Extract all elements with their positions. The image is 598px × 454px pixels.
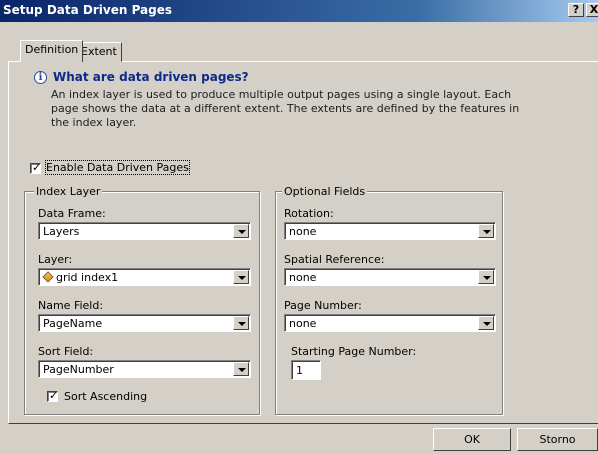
spatial-reference-select[interactable]: none	[284, 268, 496, 286]
dropdown-arrow-icon[interactable]	[233, 224, 249, 238]
dropdown-arrow-icon[interactable]	[478, 224, 494, 238]
checkmark-icon: ✓	[49, 389, 59, 402]
name-field-label: Name Field:	[38, 299, 104, 312]
dropdown-arrow-icon[interactable]	[233, 362, 249, 376]
optional-fields-legend: Optional Fields	[282, 185, 368, 198]
data-frame-value: Layers	[43, 225, 80, 238]
sort-ascending-label[interactable]: Sort Ascending	[64, 390, 147, 403]
tab-definition[interactable]: Definition	[20, 40, 84, 62]
help-button[interactable]: ?	[568, 3, 584, 17]
button-bar: OK Storno	[0, 424, 598, 454]
checkmark-icon: ✓	[32, 161, 42, 174]
sort-field-value: PageNumber	[43, 363, 114, 376]
starting-page-number-value: 1	[296, 364, 303, 377]
sort-field-label: Sort Field:	[38, 345, 94, 358]
layer-select[interactable]: grid index1	[38, 268, 251, 286]
starting-page-number-label: Starting Page Number:	[291, 345, 417, 358]
spatial-reference-value: none	[289, 271, 317, 284]
data-frame-select[interactable]: Layers	[38, 222, 251, 240]
page-number-select[interactable]: none	[284, 314, 496, 332]
window-title: Setup Data Driven Pages	[3, 3, 173, 17]
page-number-value: none	[289, 317, 317, 330]
index-layer-legend: Index Layer	[34, 185, 103, 198]
sort-ascending-checkbox[interactable]: ✓	[47, 389, 59, 402]
dropdown-arrow-icon[interactable]	[478, 316, 494, 330]
spatial-reference-label: Spatial Reference:	[284, 253, 385, 266]
dropdown-arrow-icon[interactable]	[233, 316, 249, 330]
layer-value: grid index1	[56, 271, 119, 284]
name-field-value: PageName	[43, 317, 103, 330]
name-field-select[interactable]: PageName	[38, 314, 251, 332]
ok-button[interactable]: OK	[433, 428, 511, 451]
info-icon: i	[34, 71, 47, 84]
cancel-button[interactable]: Storno	[517, 428, 598, 451]
layer-label: Layer:	[38, 253, 73, 266]
info-title: What are data driven pages?	[53, 70, 249, 84]
close-button[interactable]: X	[586, 3, 598, 17]
data-frame-label: Data Frame:	[38, 207, 106, 220]
dropdown-arrow-icon[interactable]	[478, 270, 494, 284]
polygon-layer-icon	[42, 271, 54, 283]
enable-data-driven-pages-checkbox[interactable]: ✓	[30, 161, 42, 174]
rotation-label: Rotation:	[284, 207, 334, 220]
rotation-select[interactable]: none	[284, 222, 496, 240]
dropdown-arrow-icon[interactable]	[233, 270, 249, 284]
rotation-value: none	[289, 225, 317, 238]
title-bar: Setup Data Driven Pages ? X	[0, 0, 598, 22]
enable-data-driven-pages-label[interactable]: Enable Data Driven Pages	[45, 160, 190, 175]
starting-page-number-input[interactable]: 1	[291, 360, 321, 380]
page-number-label: Page Number:	[284, 299, 362, 312]
sort-field-select[interactable]: PageNumber	[38, 360, 251, 378]
info-description: An index layer is used to produce multip…	[51, 88, 520, 129]
